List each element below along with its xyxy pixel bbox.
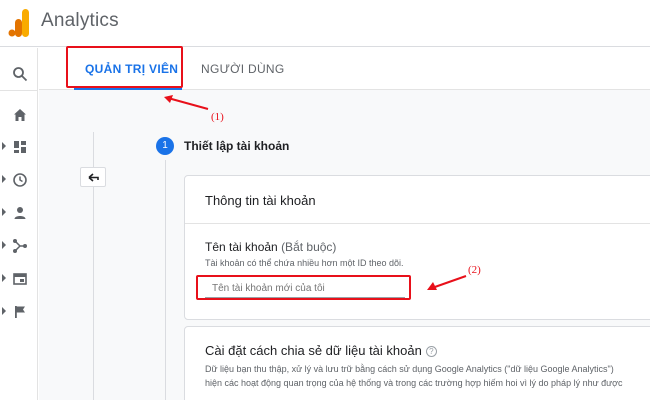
nav-behavior[interactable] <box>0 265 38 293</box>
nav-conversions[interactable] <box>0 298 38 326</box>
expand-caret-icon <box>2 274 6 282</box>
account-name-label: Tên tài khoản (Bắt buộc) <box>205 240 336 254</box>
back-button[interactable] <box>80 167 106 187</box>
back-arrow-icon <box>88 173 99 182</box>
data-sharing-card: Cài đặt cách chia sẻ dữ liệu tài khoản? … <box>184 326 650 400</box>
step-connector-line <box>165 160 166 400</box>
description-line: hiện các hoạt động quan trọng của hệ thố… <box>205 378 623 388</box>
home-icon <box>14 109 26 121</box>
step-title: Thiết lập tài khoản <box>184 139 290 153</box>
sharing-description: Dữ liệu bạn thu thập, xử lý và lưu trữ b… <box>205 362 650 390</box>
card-header: Thông tin tài khoản <box>185 176 650 224</box>
nav-search[interactable] <box>0 60 38 88</box>
annotation-arrow-icon <box>164 95 209 110</box>
step-number-badge: 1 <box>156 137 174 155</box>
annotation-label-1: (1) <box>211 111 224 123</box>
search-icon <box>13 67 28 82</box>
sharing-title-text: Cài đặt cách chia sẻ dữ liệu tài khoản <box>205 343 422 358</box>
expand-caret-icon <box>2 241 6 249</box>
behavior-icon <box>13 273 27 285</box>
nav-acquisition[interactable] <box>0 232 38 260</box>
analytics-logo-icon <box>8 9 29 37</box>
top-bar: Analytics <box>0 0 650 47</box>
help-icon[interactable]: ? <box>425 346 437 357</box>
annotation-label-2: (2) <box>468 264 481 276</box>
expand-caret-icon <box>2 142 6 150</box>
expand-caret-icon <box>2 175 6 183</box>
annotation-highlight-tab <box>66 46 183 88</box>
card-title: Cài đặt cách chia sẻ dữ liệu tài khoản? <box>205 343 437 358</box>
nav-audience[interactable] <box>0 199 38 227</box>
annotation-arrow-icon <box>427 275 467 290</box>
nav-home[interactable] <box>0 101 38 129</box>
sidebar-divider <box>0 90 38 91</box>
app-title: Analytics <box>41 10 119 31</box>
flag-icon <box>15 306 25 318</box>
required-marker: (Bắt buộc) <box>281 240 337 254</box>
description-line: Dữ liệu bạn thu thập, xử lý và lưu trữ b… <box>205 364 614 374</box>
nav-realtime[interactable] <box>0 166 38 194</box>
clock-icon <box>13 173 27 187</box>
acquisition-icon <box>13 239 27 253</box>
dashboard-icon <box>14 141 26 153</box>
account-name-hint: Tài khoản có thể chứa nhiều hơn một ID t… <box>205 258 404 268</box>
annotation-highlight-input <box>196 275 411 300</box>
card-title: Thông tin tài khoản <box>205 193 316 208</box>
expand-caret-icon <box>2 208 6 216</box>
sidebar <box>0 48 38 400</box>
person-icon <box>14 207 26 219</box>
nav-customization[interactable] <box>0 133 38 161</box>
field-label-text: Tên tài khoản <box>205 240 278 254</box>
tab-users[interactable]: NGƯỜI DÙNG <box>201 62 285 76</box>
expand-caret-icon <box>2 307 6 315</box>
